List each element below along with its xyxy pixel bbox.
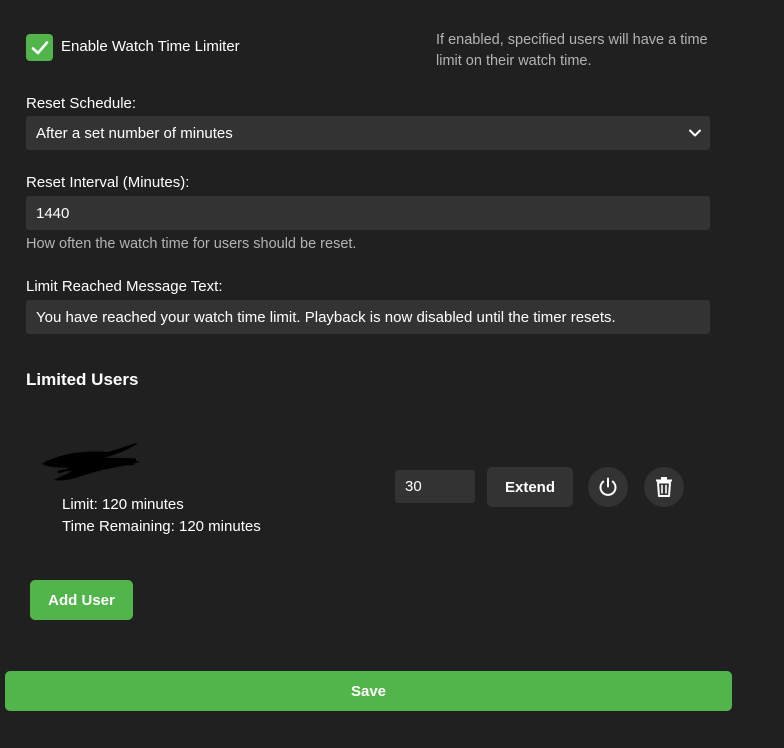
watch-time-limiter-settings: Enable Watch Time Limiter If enabled, sp… bbox=[0, 0, 784, 748]
limited-users-title: Limited Users bbox=[26, 370, 139, 389]
limit-message-input[interactable]: You have reached your watch time limit. … bbox=[26, 300, 710, 334]
reset-interval-label: Reset Interval (Minutes): bbox=[26, 174, 190, 191]
reset-interval-helper-text: How often the watch time for users shoul… bbox=[26, 236, 357, 252]
extend-button[interactable]: Extend bbox=[487, 467, 573, 507]
enable-checkbox-label[interactable]: Enable Watch Time Limiter bbox=[61, 37, 240, 57]
limit-message-label: Limit Reached Message Text: bbox=[26, 278, 223, 295]
check-icon bbox=[31, 40, 48, 54]
power-icon bbox=[599, 477, 617, 496]
chevron-down-icon bbox=[689, 129, 701, 137]
reset-schedule-label: Reset Schedule: bbox=[26, 95, 137, 112]
extend-minutes-input[interactable]: 30 bbox=[395, 470, 475, 503]
enable-checkbox[interactable] bbox=[26, 34, 53, 61]
add-user-button[interactable]: Add User bbox=[30, 580, 133, 620]
delete-user-button[interactable] bbox=[644, 467, 684, 507]
save-button[interactable]: Save bbox=[5, 671, 732, 711]
user-limit-text: Limit: 120 minutes bbox=[62, 496, 184, 513]
reset-interval-input[interactable]: 1440 bbox=[26, 196, 710, 230]
redacted-username bbox=[42, 443, 140, 481]
power-button[interactable] bbox=[588, 467, 628, 507]
trash-icon bbox=[656, 477, 672, 497]
reset-schedule-selected-value: After a set number of minutes bbox=[36, 124, 233, 142]
user-time-remaining-text: Time Remaining: 120 minutes bbox=[62, 518, 261, 535]
reset-schedule-select[interactable]: After a set number of minutes bbox=[26, 116, 710, 150]
enable-helper-text: If enabled, specified users will have a … bbox=[436, 32, 708, 69]
